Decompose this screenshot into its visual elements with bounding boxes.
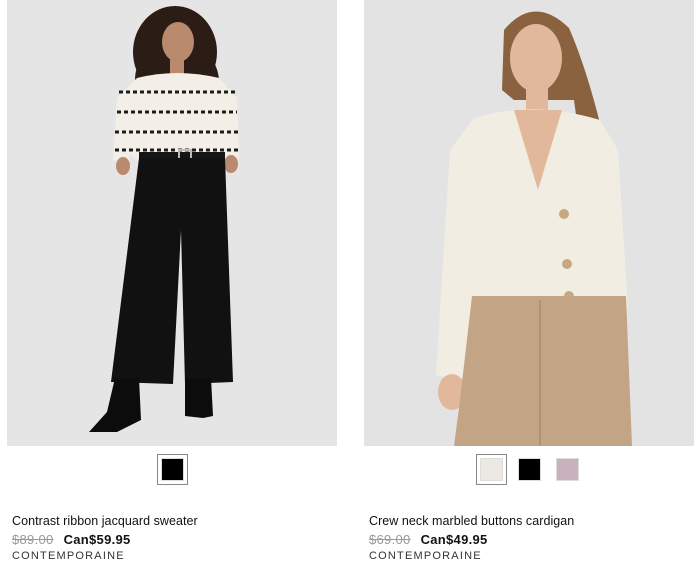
original-price: $89.00 <box>12 532 54 547</box>
model-photo-illustration <box>7 0 337 446</box>
original-price: $69.00 <box>369 532 411 547</box>
color-swatch-black[interactable] <box>156 454 188 485</box>
product-card[interactable]: Contrast ribbon jacquard sweater $89.00 C… <box>7 0 337 564</box>
color-swatch-black[interactable] <box>513 454 545 485</box>
sale-price: Can$49.95 <box>420 532 488 547</box>
product-card[interactable]: Crew neck marbled buttons cardigan $69.0… <box>364 0 694 564</box>
product-name[interactable]: Contrast ribbon jacquard sweater <box>12 514 198 528</box>
brand-label: CONTEMPORAINE <box>369 550 482 562</box>
product-name[interactable]: Crew neck marbled buttons cardigan <box>369 514 574 528</box>
color-swatch-mauve[interactable] <box>551 454 583 485</box>
sale-price: Can$59.95 <box>63 532 131 547</box>
price-row: $69.00 Can$49.95 <box>369 532 488 547</box>
swatch-color-fill <box>555 458 579 481</box>
brand-label: CONTEMPORAINE <box>12 550 125 562</box>
price-row: $89.00 Can$59.95 <box>12 532 131 547</box>
swatch-color-fill <box>479 458 503 481</box>
product-image-sweater[interactable] <box>7 0 337 446</box>
color-swatch-ivory[interactable] <box>475 454 507 485</box>
swatch-color-fill <box>160 458 184 481</box>
model-photo-illustration <box>364 0 694 446</box>
product-image-cardigan[interactable] <box>364 0 694 446</box>
color-swatches <box>7 454 337 485</box>
swatch-color-fill <box>517 458 541 481</box>
color-swatches <box>364 454 694 485</box>
